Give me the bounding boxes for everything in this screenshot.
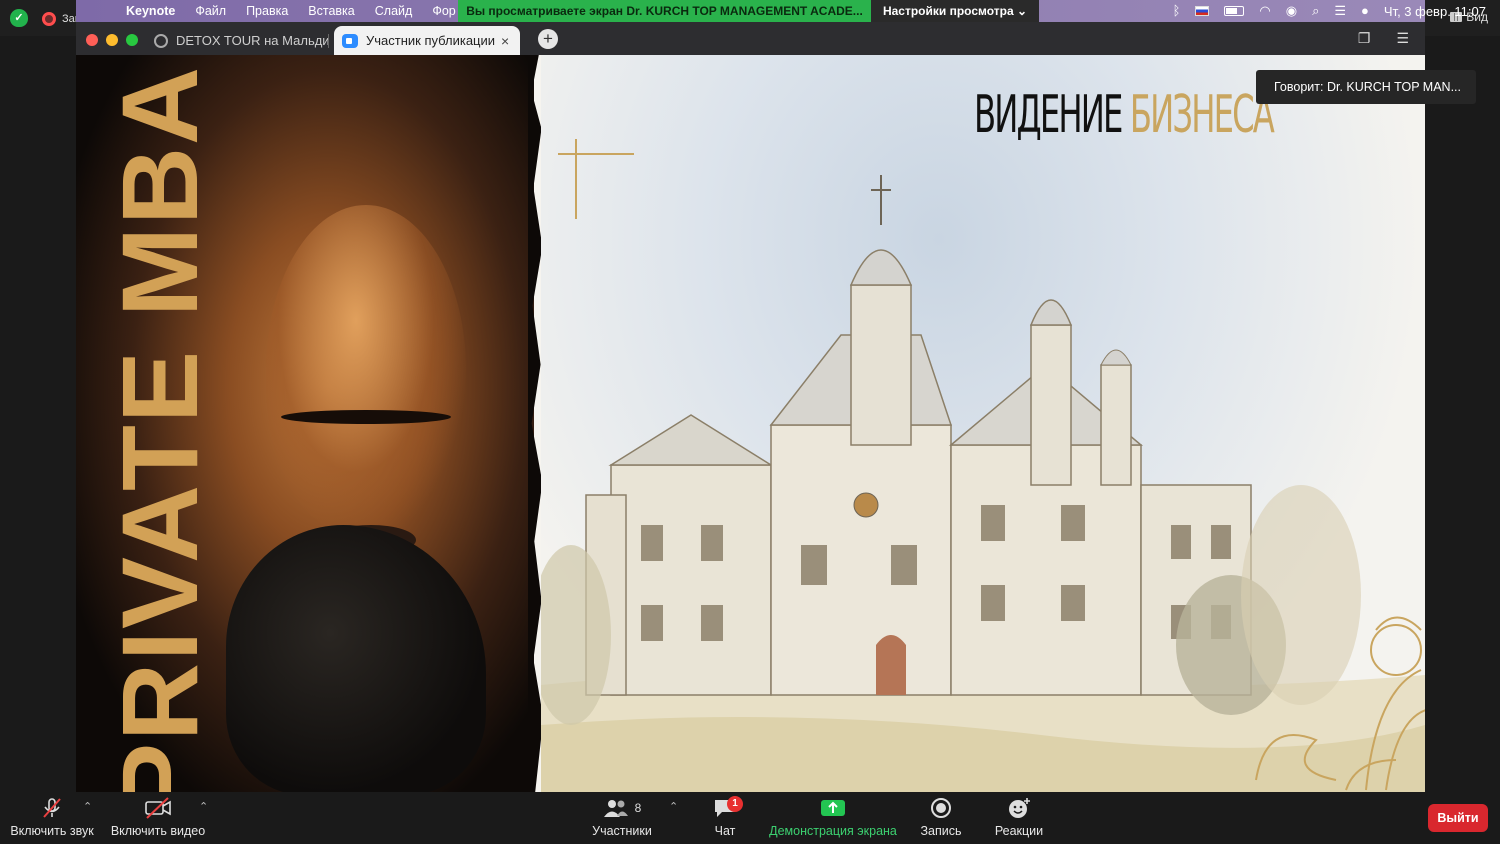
tab-separator — [328, 34, 329, 48]
participants-icon — [603, 800, 628, 817]
menubar-status-area: ᛒ ◠ ◉ ⌕ ☰ ● Чт, 3 февр. 11:07 — [1173, 0, 1486, 22]
fullscreen-window-icon[interactable] — [126, 34, 138, 46]
menu-item-insert[interactable]: Вставка — [308, 4, 354, 18]
video-options-caret-icon[interactable]: ⌃ — [199, 800, 208, 813]
wifi-icon[interactable]: ◠ — [1259, 0, 1270, 22]
close-window-icon[interactable] — [86, 34, 98, 46]
smiley-plus-icon — [1007, 792, 1031, 824]
unmute-label: Включить звук — [10, 824, 94, 838]
user-icon[interactable]: ◉ — [1286, 0, 1297, 22]
leave-meeting-button[interactable]: Выйти — [1428, 804, 1488, 832]
record-dot-icon — [42, 12, 56, 26]
audio-options-caret-icon[interactable]: ⌃ — [83, 800, 92, 813]
participants-count: 8 — [634, 801, 642, 815]
participants-button[interactable]: 8 Участники — [588, 792, 656, 844]
menu-app-name[interactable]: Keynote — [126, 4, 175, 18]
tab-title: Участник публикации — [366, 33, 496, 48]
tab-list-icon[interactable]: ☰ — [1396, 30, 1409, 47]
siri-icon[interactable]: ● — [1361, 0, 1369, 22]
tab-zoom-participant[interactable]: Участник публикации × — [334, 26, 520, 55]
zoom-bottom-toolbar: Включить звук ⌃ Включить видео ⌃ 8 Участ… — [0, 792, 1500, 844]
new-tab-button[interactable]: + — [538, 29, 558, 49]
shared-screen-slide: PRIVATE MBA ВИДЕНИЕ БИЗНЕСА — [76, 55, 1425, 792]
chat-unread-badge: 1 — [727, 796, 743, 812]
view-settings-label: Настройки просмотра — [882, 4, 1014, 18]
keyboard-layout-flag-icon[interactable] — [1195, 6, 1210, 16]
menu-item-format[interactable]: Фор — [432, 4, 455, 18]
muted-microphone-icon — [40, 792, 64, 824]
video-off-icon — [144, 792, 172, 824]
view-settings-button[interactable]: Настройки просмотра ⌄ — [871, 0, 1039, 22]
screen-share-banner: Вы просматриваете экран Dr. KURCH TOP MA… — [458, 0, 871, 22]
security-shield-icon[interactable]: ✓ — [10, 9, 28, 27]
menu-item-file[interactable]: Файл — [195, 4, 226, 18]
close-tab-icon[interactable]: × — [501, 33, 509, 49]
battery-icon[interactable] — [1224, 6, 1245, 16]
slide-title: ВИДЕНИЕ БИЗНЕСА — [974, 85, 1275, 145]
participants-options-caret-icon[interactable]: ⌃ — [669, 800, 678, 813]
start-video-button[interactable]: Включить видео — [110, 792, 206, 844]
zoom-window: ✓ Запись Вид Keynote Файл Правка Вставка… — [0, 0, 1500, 844]
slide-title-dark: ВИДЕНИЕ — [974, 85, 1130, 145]
private-mba-vertical-text: PRIVATE MBA — [99, 65, 220, 792]
bluetooth-icon[interactable]: ᛒ — [1173, 0, 1181, 22]
tab-favicon-icon — [154, 33, 168, 48]
menu-item-edit[interactable]: Правка — [246, 4, 288, 18]
tab-title: DETOX TOUR на Мальди — [176, 33, 330, 48]
spotlight-search-icon[interactable]: ⌕ — [1312, 0, 1319, 22]
slide-title-gold: БИЗНЕСА — [1129, 85, 1275, 145]
share-screen-label: Демонстрация экрана — [769, 824, 897, 838]
tab-bar-actions: ❐ ☰ — [1358, 30, 1409, 47]
zoom-camera-icon — [342, 33, 358, 48]
control-center-icon[interactable]: ☰ — [1334, 0, 1346, 22]
portrait-image: PRIVATE MBA — [76, 55, 534, 792]
record-icon — [930, 792, 952, 824]
start-video-label: Включить видео — [110, 824, 206, 838]
gold-cross-horizontal — [558, 153, 634, 155]
active-speaker-label: Говорит: Dr. KURCH TOP MAN... — [1256, 70, 1476, 104]
window-controls — [86, 34, 138, 46]
participants-label: Участники — [592, 824, 652, 838]
share-screen-icon — [820, 792, 846, 824]
share-screen-button[interactable]: Демонстрация экрана — [769, 792, 897, 844]
copy-window-icon[interactable]: ❐ — [1358, 30, 1371, 47]
tab-detox-tour[interactable]: DETOX TOUR на Мальди — [154, 26, 330, 55]
chat-label: Чат — [714, 824, 736, 838]
menubar-clock[interactable]: Чт, 3 февр. 11:07 — [1384, 4, 1486, 19]
minimize-window-icon[interactable] — [106, 34, 118, 46]
record-label: Запись — [920, 824, 962, 838]
menu-item-slide[interactable]: Слайд — [375, 4, 413, 18]
reactions-button[interactable]: Реакции — [994, 792, 1044, 844]
record-button[interactable]: Запись — [918, 792, 964, 844]
browser-tab-bar: DETOX TOUR на Мальди Участник публикации… — [76, 22, 1425, 55]
gold-ornament-decoration — [1255, 616, 1425, 791]
reactions-label: Реакции — [994, 824, 1044, 838]
